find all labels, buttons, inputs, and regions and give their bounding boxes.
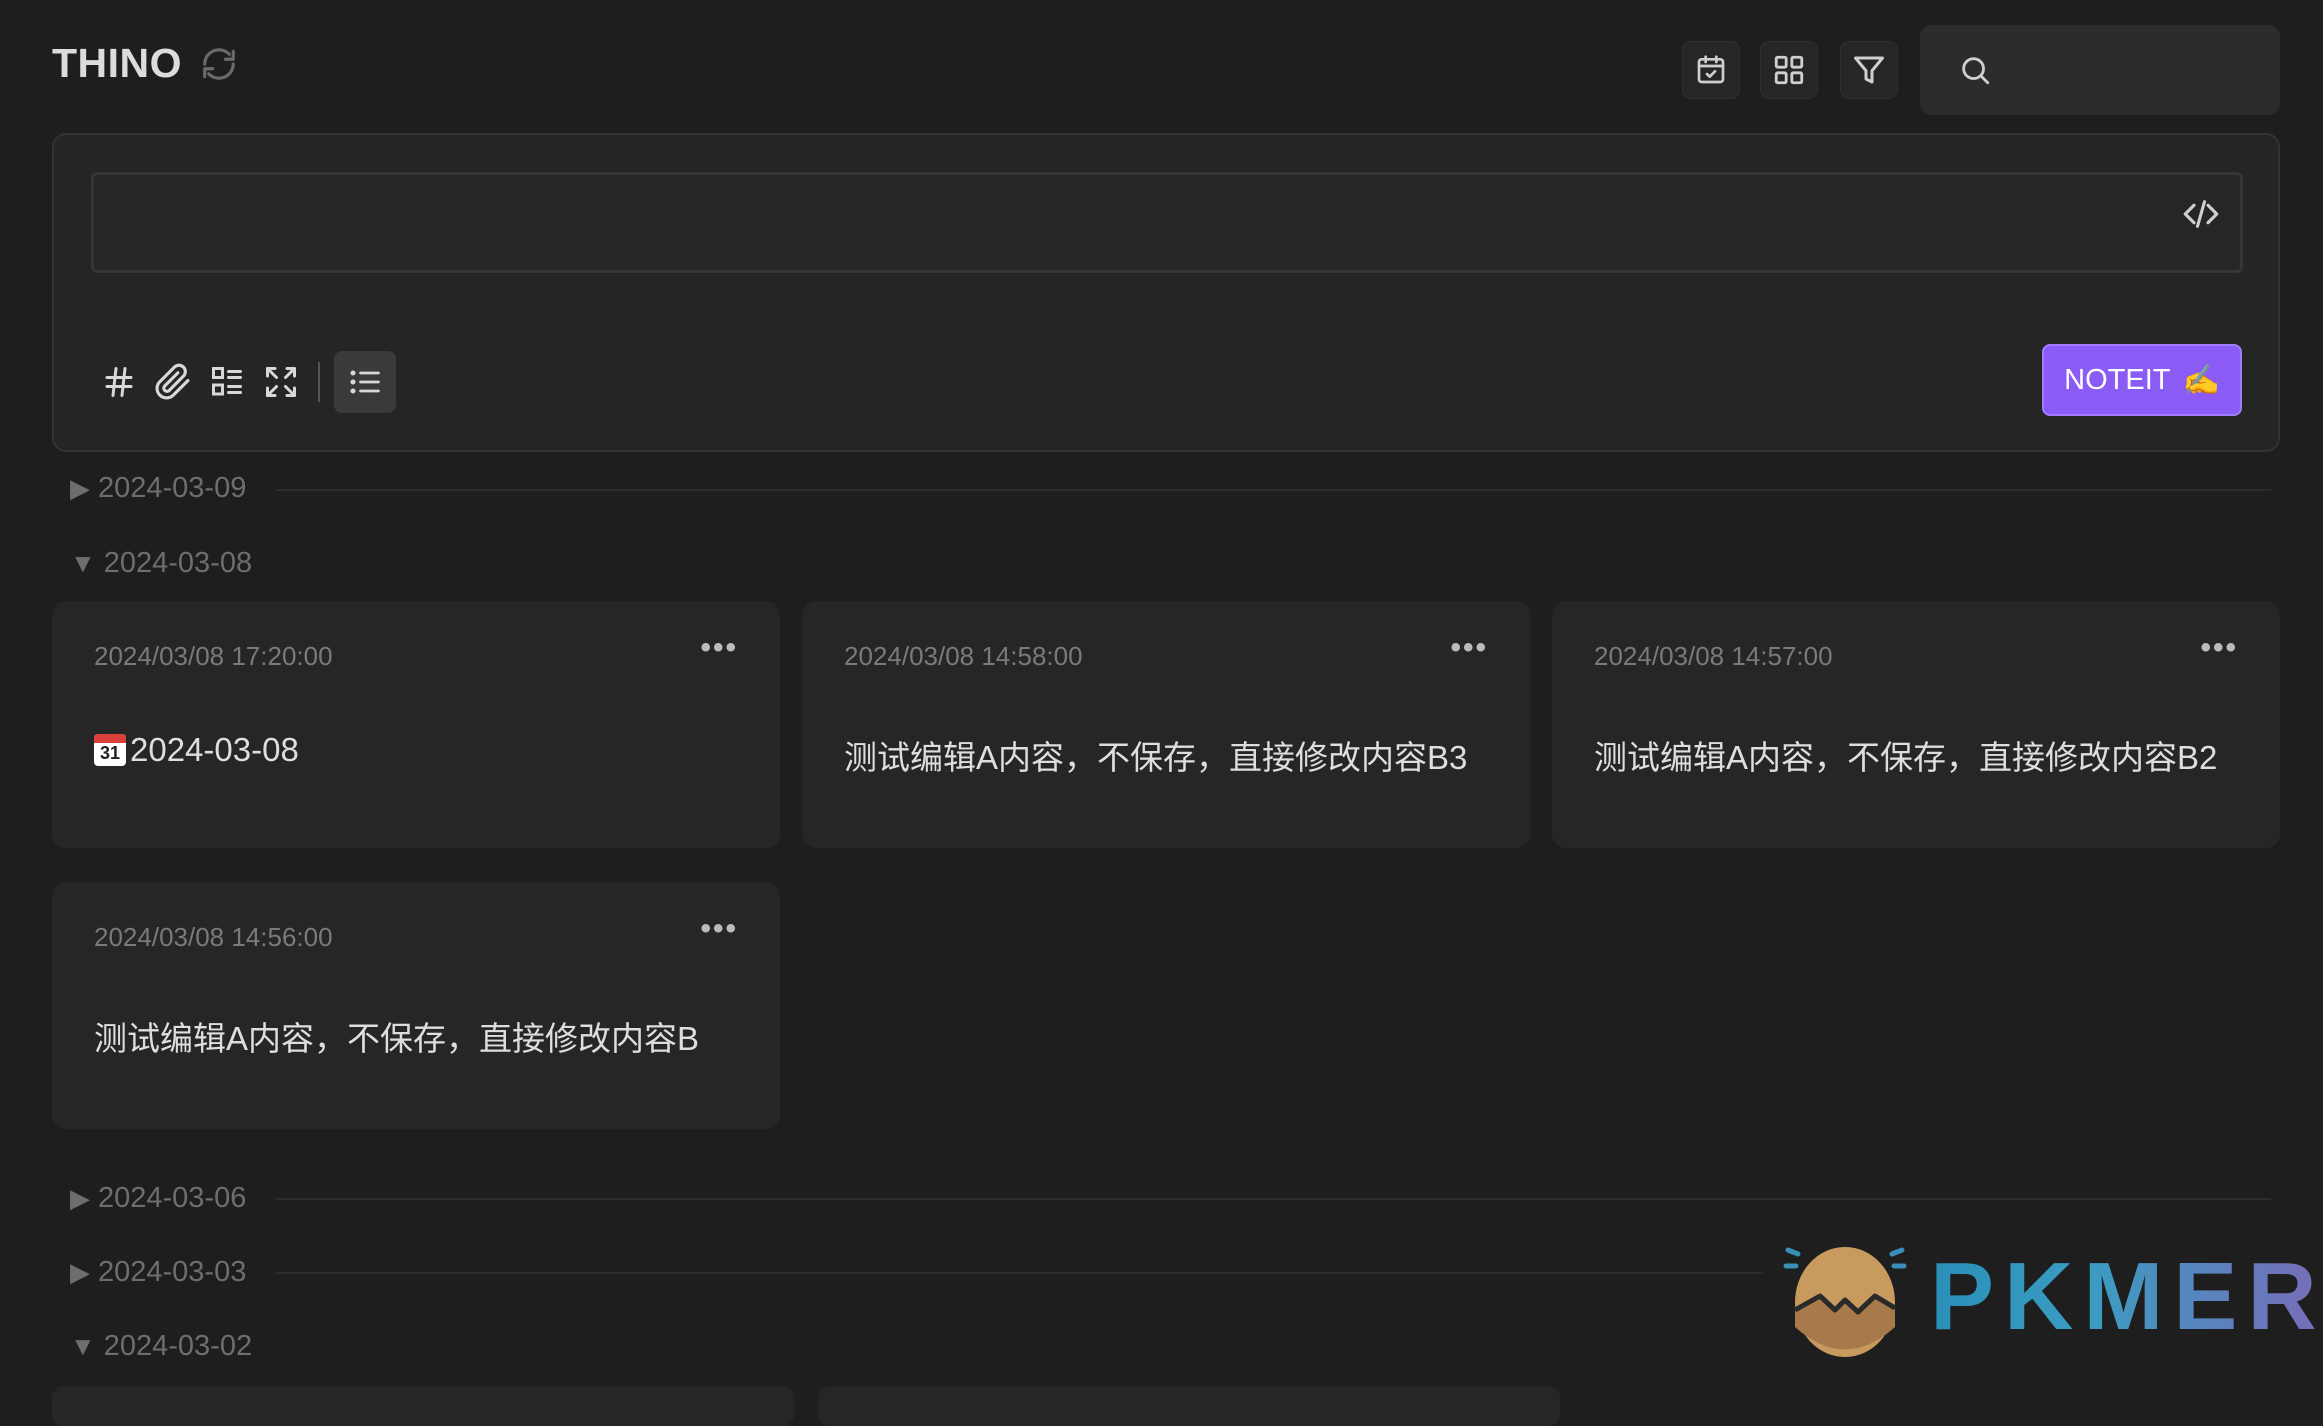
code-icon[interactable] bbox=[2180, 193, 2222, 235]
date-group-label: 2024-03-06 bbox=[98, 1182, 247, 1214]
memo-timestamp: 2024/03/08 14:57:00 bbox=[1594, 641, 1833, 671]
noteit-button[interactable]: NOTEIT ✍️ bbox=[2042, 344, 2242, 416]
date-group-label: 2024-03-03 bbox=[98, 1256, 247, 1288]
date-divider bbox=[276, 1272, 1763, 1274]
more-options-icon[interactable]: ••• bbox=[1450, 631, 1488, 665]
expand-icon bbox=[266, 367, 296, 397]
filter-button[interactable] bbox=[1840, 41, 1898, 99]
date-group-header[interactable]: ▶ 2024-03-06 bbox=[70, 1182, 246, 1215]
date-divider bbox=[276, 1198, 2271, 1200]
memo-content: 测试编辑A内容，不保存，直接修改内容B2 bbox=[1594, 731, 2217, 779]
grid-view-button[interactable] bbox=[1760, 41, 1818, 99]
attach-button[interactable] bbox=[146, 355, 200, 409]
pkmer-logo-icon bbox=[1783, 1247, 1907, 1357]
toolbar-divider bbox=[318, 362, 320, 402]
tag-button[interactable] bbox=[92, 355, 146, 409]
memo-timestamp: 2024/03/08 14:56:00 bbox=[94, 922, 333, 952]
grid-icon bbox=[1774, 55, 1804, 85]
list-icon bbox=[350, 370, 380, 394]
date-divider bbox=[276, 489, 2271, 491]
memo-content: 测试编辑A内容，不保存，直接修改内容B bbox=[94, 1012, 699, 1060]
collapsed-arrow-icon: ▶ bbox=[70, 1257, 90, 1287]
filter-icon bbox=[1854, 56, 1884, 84]
app-title: THINO bbox=[52, 40, 183, 86]
date-group-header[interactable]: ▼ 2024-03-08 bbox=[70, 547, 252, 580]
list-mode-button[interactable] bbox=[334, 351, 396, 413]
paperclip-icon bbox=[155, 363, 190, 400]
memo-content: 测试编辑A内容，不保存，直接修改内容B3 bbox=[844, 731, 1467, 779]
memo-timestamp: 2024/03/08 17:20:00 bbox=[94, 641, 333, 671]
memo-card-partial[interactable] bbox=[818, 1386, 1560, 1426]
task-list-button[interactable] bbox=[200, 355, 254, 409]
date-group-label: 2024-03-02 bbox=[103, 1330, 253, 1362]
date-group-header[interactable]: ▶ 2024-03-09 bbox=[70, 472, 246, 505]
expanded-arrow-icon: ▼ bbox=[70, 548, 96, 578]
memo-text: 测试编辑A内容，不保存，直接修改内容B3 bbox=[844, 739, 1468, 776]
refresh-icon[interactable] bbox=[200, 45, 238, 83]
memo-text: 测试编辑A内容，不保存，直接修改内容B bbox=[94, 1020, 700, 1057]
writing-hand-icon: ✍️ bbox=[2182, 363, 2220, 397]
memo-card-partial[interactable] bbox=[52, 1386, 794, 1426]
calendar-emoji-icon: 31 bbox=[94, 734, 126, 766]
expanded-arrow-icon: ▼ bbox=[70, 1331, 96, 1361]
search-icon bbox=[1962, 57, 1990, 85]
memo-timestamp: 2024/03/08 14:58:00 bbox=[844, 641, 1083, 671]
memo-content: 31 2024-03-08 bbox=[94, 731, 299, 769]
more-options-icon[interactable]: ••• bbox=[700, 631, 738, 665]
header: THINO bbox=[52, 40, 238, 87]
hash-icon bbox=[105, 367, 133, 397]
pkmer-watermark: PKMER bbox=[1780, 1232, 2323, 1362]
watermark-text: PKMER bbox=[1930, 1242, 2323, 1352]
memo-editor-input[interactable] bbox=[91, 172, 2243, 273]
memo-card[interactable]: 2024/03/08 14:57:00 ••• 测试编辑A内容，不保存，直接修改… bbox=[1552, 601, 2280, 848]
noteit-label: NOTEIT bbox=[2064, 363, 2171, 396]
date-group-header[interactable]: ▼ 2024-03-02 bbox=[70, 1330, 252, 1363]
memo-card[interactable]: 2024/03/08 14:58:00 ••• 测试编辑A内容，不保存，直接修改… bbox=[802, 601, 1530, 848]
date-group-header[interactable]: ▶ 2024-03-03 bbox=[70, 1256, 246, 1289]
memo-card[interactable]: 2024/03/08 14:56:00 ••• 测试编辑A内容，不保存，直接修改… bbox=[52, 882, 780, 1129]
memo-card[interactable]: 2024/03/08 17:20:00 ••• 31 2024-03-08 bbox=[52, 601, 780, 848]
fullscreen-button[interactable] bbox=[254, 355, 308, 409]
memo-text: 2024-03-08 bbox=[130, 731, 299, 768]
calendar-check-icon bbox=[1697, 55, 1725, 84]
collapsed-arrow-icon: ▶ bbox=[70, 1183, 90, 1213]
more-options-icon[interactable]: ••• bbox=[700, 912, 738, 946]
calendar-button[interactable] bbox=[1682, 41, 1740, 99]
editor-panel: NOTEIT ✍️ bbox=[52, 133, 2280, 452]
memo-text: 测试编辑A内容，不保存，直接修改内容B2 bbox=[1594, 739, 2218, 776]
search-input[interactable] bbox=[2008, 53, 2272, 87]
date-group-label: 2024-03-09 bbox=[98, 472, 247, 504]
more-options-icon[interactable]: ••• bbox=[2200, 631, 2238, 665]
editor-toolbar bbox=[92, 349, 396, 415]
checklist-icon bbox=[212, 367, 242, 396]
date-group-label: 2024-03-08 bbox=[103, 547, 253, 579]
collapsed-arrow-icon: ▶ bbox=[70, 473, 90, 503]
search-box[interactable] bbox=[1920, 25, 2280, 115]
